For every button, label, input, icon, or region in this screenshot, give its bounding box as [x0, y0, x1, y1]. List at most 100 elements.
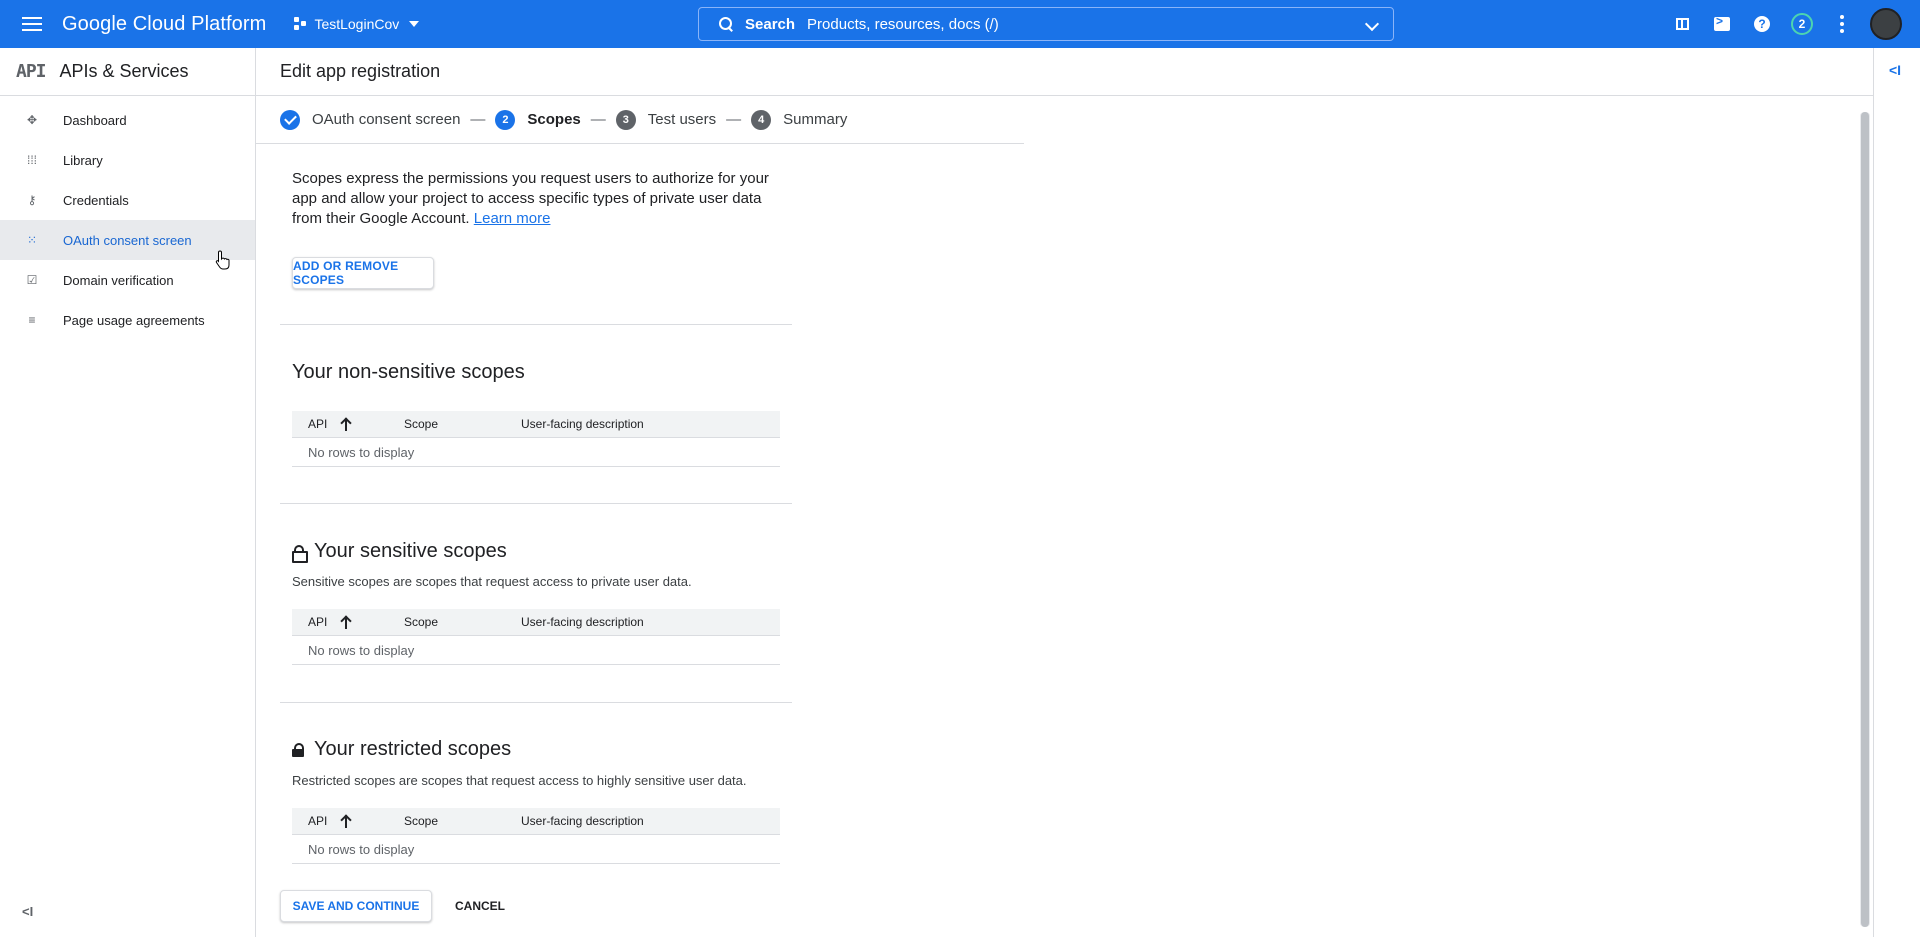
step-label: Summary [783, 111, 848, 128]
settings-list-icon: ≡ [28, 313, 36, 327]
save-and-continue-button[interactable]: SAVE AND CONTINUE [280, 890, 432, 922]
section-divider [280, 324, 792, 325]
step-separator: — [726, 111, 742, 128]
sidebar-item-credentials[interactable]: ⚷ Credentials [0, 180, 255, 220]
search-input[interactable]: Products, resources, docs (/) [807, 16, 999, 33]
column-scope[interactable]: Scope [404, 814, 521, 828]
project-selector[interactable]: TestLoginCov [294, 16, 420, 32]
vertical-scrollbar[interactable] [1860, 112, 1870, 927]
brand-title[interactable]: Google Cloud Platform [62, 13, 266, 36]
step-label: Scopes [527, 111, 581, 128]
sidebar-item-label: Credentials [63, 192, 129, 208]
consent-icon: ⁙ [26, 233, 38, 247]
right-panel-rail: <I [1873, 48, 1920, 937]
sidebar-item-dashboard[interactable]: ✥ Dashboard [0, 100, 255, 140]
sidebar-title: APIs & Services [59, 61, 189, 81]
search-label: Search [745, 15, 796, 33]
hamburger-menu-icon[interactable] [20, 12, 44, 36]
table-empty-row: No rows to display [292, 835, 780, 864]
step-scopes[interactable]: 2 Scopes [495, 109, 581, 130]
dashboard-icon: ✥ [26, 113, 38, 127]
non-sensitive-scopes-title: Your non-sensitive scopes [292, 361, 525, 384]
step-separator: — [470, 111, 486, 128]
collapse-sidebar-icon[interactable]: <I [22, 904, 33, 919]
search-icon [719, 17, 733, 31]
section-divider [280, 503, 792, 504]
sidebar-item-label: Page usage agreements [63, 312, 205, 328]
project-icon [294, 17, 308, 31]
gift-icon[interactable] [1662, 0, 1702, 48]
scopes-content: Scopes express the permissions you reque… [256, 145, 1856, 905]
form-actions: SAVE AND CONTINUE CANCEL [280, 890, 516, 922]
sidebar: API APIs & Services ✥ Dashboard ⁞⁞⁞ Libr… [0, 48, 256, 937]
step-number: 3 [615, 109, 636, 130]
column-user-facing-description[interactable]: User-facing description [521, 615, 644, 629]
column-scope[interactable]: Scope [404, 417, 521, 431]
check-circle-icon [280, 109, 300, 130]
column-api[interactable]: API [308, 814, 340, 828]
sidebar-nav: ✥ Dashboard ⁞⁞⁞ Library ⚷ Credentials ⁙ … [0, 100, 255, 340]
step-number: 4 [751, 109, 772, 130]
chevron-down-icon[interactable] [1364, 16, 1380, 32]
step-label: Test users [647, 111, 717, 128]
sidebar-item-label: Domain verification [63, 272, 174, 288]
sidebar-item-label: Dashboard [63, 112, 127, 128]
sidebar-header: API APIs & Services [0, 48, 255, 96]
restricted-scopes-table: API Scope User-facing description No row… [292, 808, 780, 864]
column-api[interactable]: API [308, 417, 340, 431]
more-vert-icon[interactable] [1822, 0, 1862, 48]
page-header: Edit app registration [256, 48, 1873, 96]
help-icon[interactable]: ? [1742, 0, 1782, 48]
section-title-text: Your sensitive scopes [314, 540, 507, 562]
avatar[interactable] [1870, 8, 1902, 40]
step-label: OAuth consent screen [312, 111, 461, 128]
checkbox-icon: ☑ [26, 273, 38, 287]
cloud-shell-icon[interactable] [1702, 0, 1742, 48]
stepper: OAuth consent screen — 2 Scopes — 3 Test… [256, 96, 1024, 144]
table-header: API Scope User-facing description [292, 411, 780, 438]
sidebar-item-label: OAuth consent screen [63, 232, 192, 248]
scopes-description: Scopes express the permissions you reque… [292, 169, 772, 229]
sensitive-scopes-table: API Scope User-facing description No row… [292, 609, 780, 665]
top-actions: ? 2 [1662, 0, 1920, 48]
step-summary[interactable]: 4 Summary [751, 109, 848, 130]
caret-down-icon [409, 21, 420, 27]
sort-arrow-up-icon[interactable] [340, 417, 352, 431]
notification-count: 2 [1791, 13, 1813, 35]
key-icon: ⚷ [27, 193, 37, 207]
learn-more-link[interactable]: Learn more [474, 210, 551, 227]
library-icon: ⁞⁞⁞ [26, 153, 37, 167]
sidebar-item-page-usage-agreements[interactable]: ≡ Page usage agreements [0, 300, 255, 340]
step-oauth-consent-screen[interactable]: OAuth consent screen [280, 109, 461, 130]
section-title-text: Your restricted scopes [314, 738, 512, 760]
scrollbar-thumb[interactable] [1861, 112, 1869, 927]
sensitive-scopes-subtitle: Sensitive scopes are scopes that request… [292, 574, 692, 589]
table-empty-row: No rows to display [292, 438, 780, 467]
sensitive-scopes-title: Your sensitive scopes [292, 540, 507, 563]
project-name: TestLoginCov [314, 16, 400, 32]
sidebar-item-library[interactable]: ⁞⁞⁞ Library [0, 140, 255, 180]
step-number: 2 [495, 109, 516, 130]
step-separator: — [590, 111, 606, 128]
cancel-button[interactable]: CANCEL [444, 890, 516, 922]
search-bar[interactable]: Search Products, resources, docs (/) [698, 7, 1394, 41]
column-api[interactable]: API [308, 615, 340, 629]
sort-arrow-up-icon[interactable] [340, 814, 352, 828]
hand-cursor-icon [215, 250, 230, 270]
add-remove-scopes-button[interactable]: ADD OR REMOVE SCOPES [292, 257, 434, 289]
lock-icon [292, 742, 304, 757]
restricted-scopes-subtitle: Restricted scopes are scopes that reques… [292, 773, 747, 788]
top-app-bar: Google Cloud Platform TestLoginCov Searc… [0, 0, 1920, 48]
column-user-facing-description[interactable]: User-facing description [521, 814, 644, 828]
page-title: Edit app registration [280, 61, 441, 81]
restricted-scopes-title: Your restricted scopes [292, 738, 511, 761]
step-test-users[interactable]: 3 Test users [615, 109, 717, 130]
expand-panel-icon[interactable]: <I [1889, 62, 1901, 78]
column-user-facing-description[interactable]: User-facing description [521, 417, 644, 431]
column-scope[interactable]: Scope [404, 615, 521, 629]
non-sensitive-scopes-table: API Scope User-facing description No row… [292, 411, 780, 467]
lock-open-outline-icon [292, 544, 308, 563]
section-divider [280, 702, 792, 703]
sort-arrow-up-icon[interactable] [340, 615, 352, 629]
notifications-badge[interactable]: 2 [1782, 0, 1822, 48]
